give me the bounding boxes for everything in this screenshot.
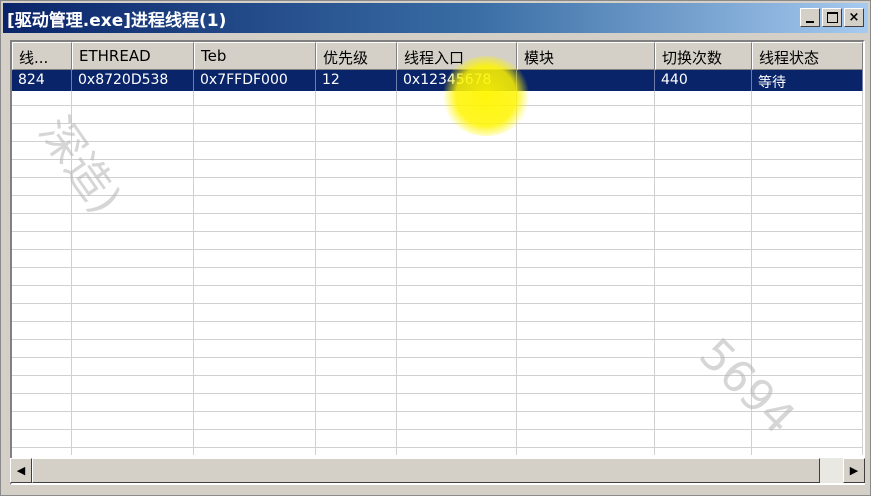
column-header-state[interactable]: 线程状态 [752,42,863,70]
right-arrow-icon: ▶ [849,464,859,477]
column-header-priority[interactable]: 优先级 [316,42,397,70]
maximize-icon [826,12,838,23]
column-header-entry[interactable]: 线程入口 [397,42,517,70]
cell-priority: 12 [316,70,397,91]
scroll-right-button[interactable]: ▶ [843,458,865,483]
cell-switch-count: 440 [655,70,752,91]
column-header-module[interactable]: 模块 [517,42,655,70]
close-icon: × [848,10,860,25]
minimize-button[interactable] [800,8,820,27]
horizontal-scrollbar[interactable]: ◀ ▶ [10,458,865,483]
column-header-switch-count[interactable]: 切换次数 [655,42,752,70]
column-header-thread-id[interactable]: 线... [12,42,72,70]
close-button[interactable]: × [844,8,864,27]
title-bar[interactable]: [驱动管理.exe]进程线程(1) × [3,3,868,33]
cell-ethread: 0x8720D538 [72,70,194,91]
grid-lines [12,70,863,455]
scroll-track[interactable] [820,458,843,483]
thread-window: [驱动管理.exe]进程线程(1) × 线... ETHREAD Teb 优先级… [0,0,871,496]
thread-list[interactable]: 线... ETHREAD Teb 优先级 线程入口 模块 切换次数 线程状态 8… [10,40,865,485]
cell-entry: 0x12345678 [397,70,517,91]
cell-thread-id: 824 [12,70,72,91]
window-title: [驱动管理.exe]进程线程(1) [7,10,227,31]
cell-teb: 0x7FFDF000 [194,70,316,91]
column-header-ethread[interactable]: ETHREAD [72,42,194,70]
column-header: 线... ETHREAD Teb 优先级 线程入口 模块 切换次数 线程状态 [12,42,863,70]
scroll-thumb[interactable] [32,458,820,483]
cell-module [517,70,655,91]
table-row[interactable]: 824 0x8720D538 0x7FFDF000 12 0x12345678 … [12,70,863,91]
column-header-teb[interactable]: Teb [194,42,316,70]
maximize-button[interactable] [822,8,842,27]
cell-state: 等待 [752,70,863,91]
scroll-left-button[interactable]: ◀ [10,458,32,483]
left-arrow-icon: ◀ [16,464,26,477]
minimize-icon [806,20,814,23]
